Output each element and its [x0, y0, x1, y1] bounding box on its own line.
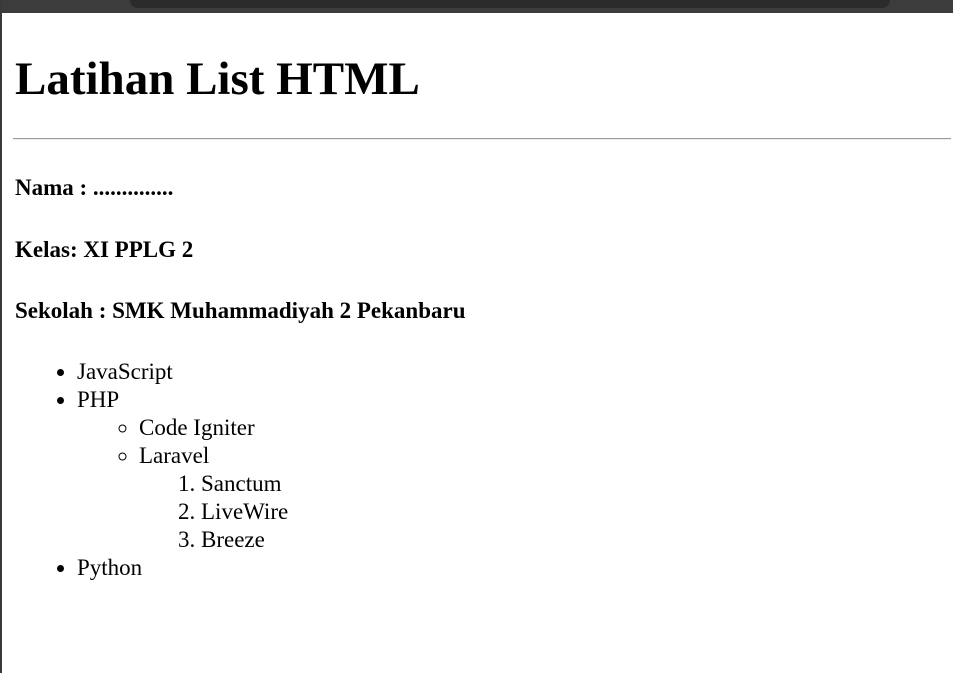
list-item-livewire: LiveWire	[201, 498, 288, 526]
list-item-code-igniter: Code Igniter	[139, 414, 288, 442]
list-item-label: JavaScript	[77, 359, 173, 384]
technology-list: JavaScript PHP Code Igniter Laravel Sanc…	[15, 358, 288, 582]
nama-heading: Nama : ..............	[15, 175, 174, 200]
list-item-javascript: JavaScript	[77, 358, 288, 386]
list-item-php: PHP Code Igniter Laravel Sanctum LiveWir…	[77, 386, 288, 554]
list-item-label: Code Igniter	[139, 415, 255, 440]
list-item-sanctum: Sanctum	[201, 470, 288, 498]
horizontal-divider	[13, 138, 951, 140]
browser-top-bar	[0, 0, 953, 13]
list-item-label: Python	[77, 555, 143, 580]
list-item-label: PHP	[77, 387, 120, 412]
list-item-label: Laravel	[139, 443, 210, 468]
list-item-python: Python	[77, 554, 288, 582]
page-title: Latihan List HTML	[15, 53, 420, 105]
php-sublist: Code Igniter Laravel Sanctum LiveWire Br…	[77, 414, 288, 554]
list-item-label: Breeze	[201, 527, 265, 552]
laravel-ordered-list: Sanctum LiveWire Breeze	[139, 470, 288, 554]
sekolah-heading: Sekolah : SMK Muhammadiyah 2 Pekanbaru	[15, 298, 466, 323]
unordered-list: JavaScript PHP Code Igniter Laravel Sanc…	[15, 358, 288, 582]
kelas-heading: Kelas: XI PPLG 2	[15, 237, 194, 262]
list-item-laravel: Laravel Sanctum LiveWire Breeze	[139, 442, 288, 554]
list-item-breeze: Breeze	[201, 526, 288, 554]
browser-tab-strip	[130, 0, 890, 8]
list-item-label: Sanctum	[201, 471, 282, 496]
list-item-label: LiveWire	[201, 499, 289, 524]
